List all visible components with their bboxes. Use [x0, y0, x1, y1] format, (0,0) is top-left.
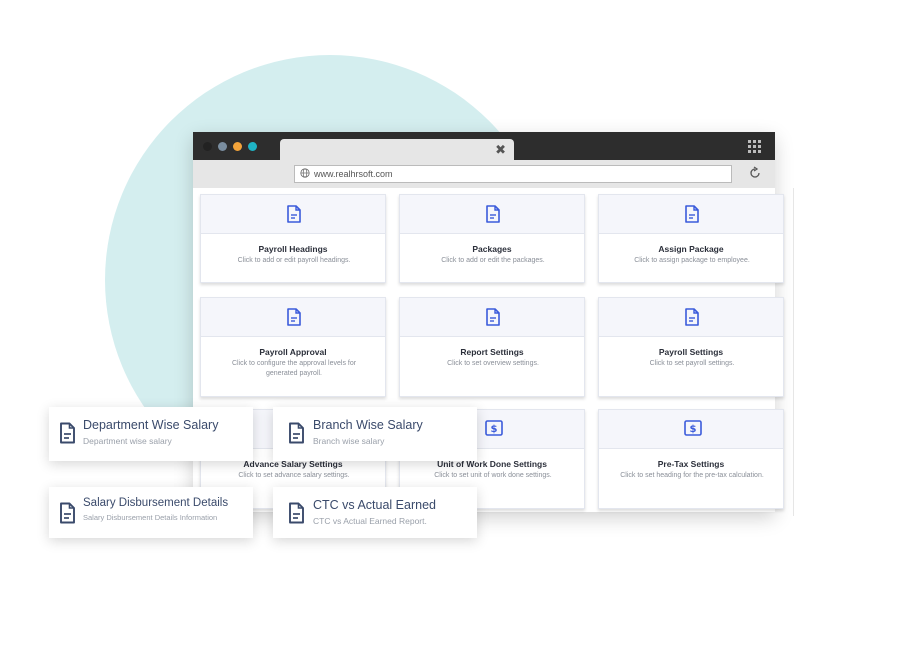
card-description: Click to assign package to employee.	[634, 257, 750, 264]
card-title: Pre-Tax Settings	[657, 459, 725, 469]
dollar-icon: $	[485, 420, 503, 436]
card-title: Payroll Approval	[259, 347, 327, 357]
globe-icon	[300, 168, 310, 178]
card-payroll-settings[interactable]: Payroll Settings Click to set payroll se…	[598, 297, 784, 397]
card-pre-tax-settings[interactable]: $ Pre-Tax Settings Click to set heading …	[598, 409, 784, 509]
document-icon	[287, 205, 301, 223]
svg-text:$: $	[491, 424, 498, 435]
title-bar: ✖	[193, 132, 775, 160]
report-icon	[289, 502, 304, 524]
report-card-branch-wise-salary[interactable]: Branch Wise Salary Branch wise salary	[273, 407, 477, 461]
card-report-settings[interactable]: Report Settings Click to set overview se…	[399, 297, 585, 397]
window-dot	[248, 142, 257, 151]
card-title: Report Settings	[460, 347, 524, 357]
card-description: Click to add or edit payroll headings.	[237, 257, 351, 264]
card-packages[interactable]: Packages Click to add or edit the packag…	[399, 194, 585, 283]
settings-grid: Payroll Headings Click to add or edit pa…	[193, 188, 784, 512]
card-title: Assign Package	[658, 244, 724, 254]
report-subtitle: Branch wise salary	[313, 436, 385, 446]
window-dot	[218, 142, 227, 151]
report-title: Branch Wise Salary	[313, 418, 423, 432]
card-description: Click to set heading for the pre-tax cal…	[620, 472, 764, 479]
card-payroll-headings[interactable]: Payroll Headings Click to add or edit pa…	[200, 194, 386, 283]
report-card-salary-disbursement-details[interactable]: Salary Disbursement Details Salary Disbu…	[49, 487, 253, 538]
report-card-department-wise-salary[interactable]: Department Wise Salary Department wise s…	[49, 407, 253, 461]
report-icon	[60, 502, 75, 524]
report-subtitle: CTC vs Actual Earned Report.	[313, 516, 427, 526]
divider	[793, 188, 794, 516]
url-text: www.realhrsoft.com	[314, 169, 393, 179]
window-dot	[233, 142, 242, 151]
url-input[interactable]: www.realhrsoft.com	[294, 165, 732, 183]
document-icon	[486, 205, 500, 223]
browser-tab[interactable]: ✖	[280, 139, 514, 160]
card-description: Click to set advance salary settings.	[238, 472, 350, 479]
card-description: Click to add or edit the packages.	[441, 257, 545, 264]
report-card-ctc-vs-actual-earned[interactable]: CTC vs Actual Earned CTC vs Actual Earne…	[273, 487, 477, 538]
reload-icon[interactable]	[748, 166, 762, 180]
dollar-icon: $	[684, 420, 702, 436]
card-title: Packages	[472, 244, 512, 254]
close-icon[interactable]: ✖	[495, 141, 506, 158]
card-description: Click to set payroll settings.	[649, 360, 735, 367]
report-icon	[60, 422, 75, 444]
report-title: Department Wise Salary	[83, 418, 219, 432]
document-icon	[287, 308, 301, 326]
document-icon	[685, 205, 699, 223]
address-bar: www.realhrsoft.com	[193, 160, 775, 188]
report-title: Salary Disbursement Details	[83, 497, 229, 509]
card-description: Click to configure the approval levels f…	[231, 360, 357, 377]
document-icon	[685, 308, 699, 326]
svg-text:$: $	[690, 424, 697, 435]
document-icon	[486, 308, 500, 326]
card-title: Payroll Headings	[258, 244, 328, 254]
app-grid-icon[interactable]	[748, 140, 761, 153]
report-subtitle: Department wise salary	[83, 436, 172, 446]
report-title: CTC vs Actual Earned	[313, 498, 436, 512]
window-dot	[203, 142, 212, 151]
card-description: Click to set overview settings.	[447, 360, 539, 367]
card-title: Payroll Settings	[658, 347, 724, 357]
report-icon	[289, 422, 304, 444]
card-description: Click to set unit of work done settings.	[434, 472, 552, 479]
card-payroll-approval[interactable]: Payroll Approval Click to configure the …	[200, 297, 386, 397]
card-assign-package[interactable]: Assign Package Click to assign package t…	[598, 194, 784, 283]
report-subtitle: Salary Disbursement Details Information	[83, 513, 218, 522]
